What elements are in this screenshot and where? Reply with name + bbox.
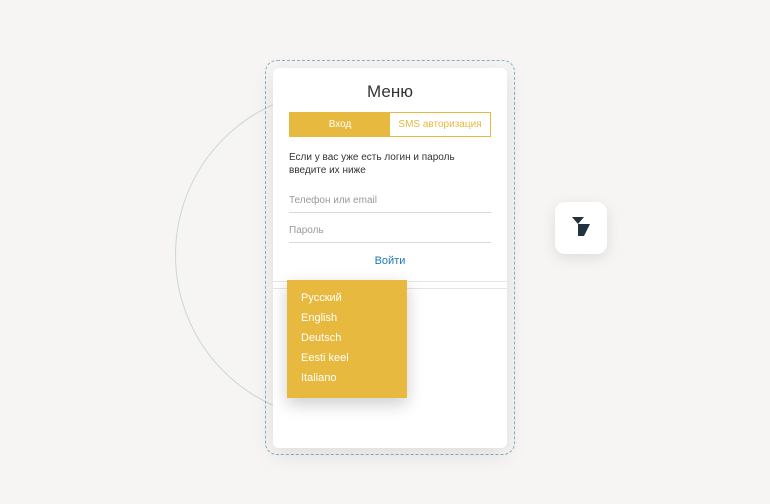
tab-login[interactable]: Вход	[290, 113, 390, 136]
instruction-text: Если у вас уже есть логин и пароль введи…	[273, 151, 507, 189]
auth-tabs: Вход SMS авторизация	[289, 112, 491, 137]
lang-option-russian[interactable]: Русский	[301, 288, 393, 308]
lang-option-deutsch[interactable]: Deutsch	[301, 328, 393, 348]
page-title: Меню	[273, 68, 507, 112]
phone-email-input[interactable]	[289, 189, 491, 213]
phone-screen: Меню Вход SMS авторизация Если у вас уже…	[273, 68, 507, 448]
login-button[interactable]: Войти	[273, 243, 507, 277]
app-logo-tile	[555, 202, 607, 254]
password-input[interactable]	[289, 219, 491, 243]
tab-sms[interactable]: SMS авторизация	[390, 113, 490, 136]
lang-option-estonian[interactable]: Eesti keel	[301, 348, 393, 368]
lang-option-english[interactable]: English	[301, 308, 393, 328]
lang-option-italian[interactable]: Italiano	[301, 368, 393, 388]
app-logo-icon	[569, 214, 593, 243]
language-dropdown: Русский English Deutsch Eesti keel Itali…	[287, 280, 407, 398]
